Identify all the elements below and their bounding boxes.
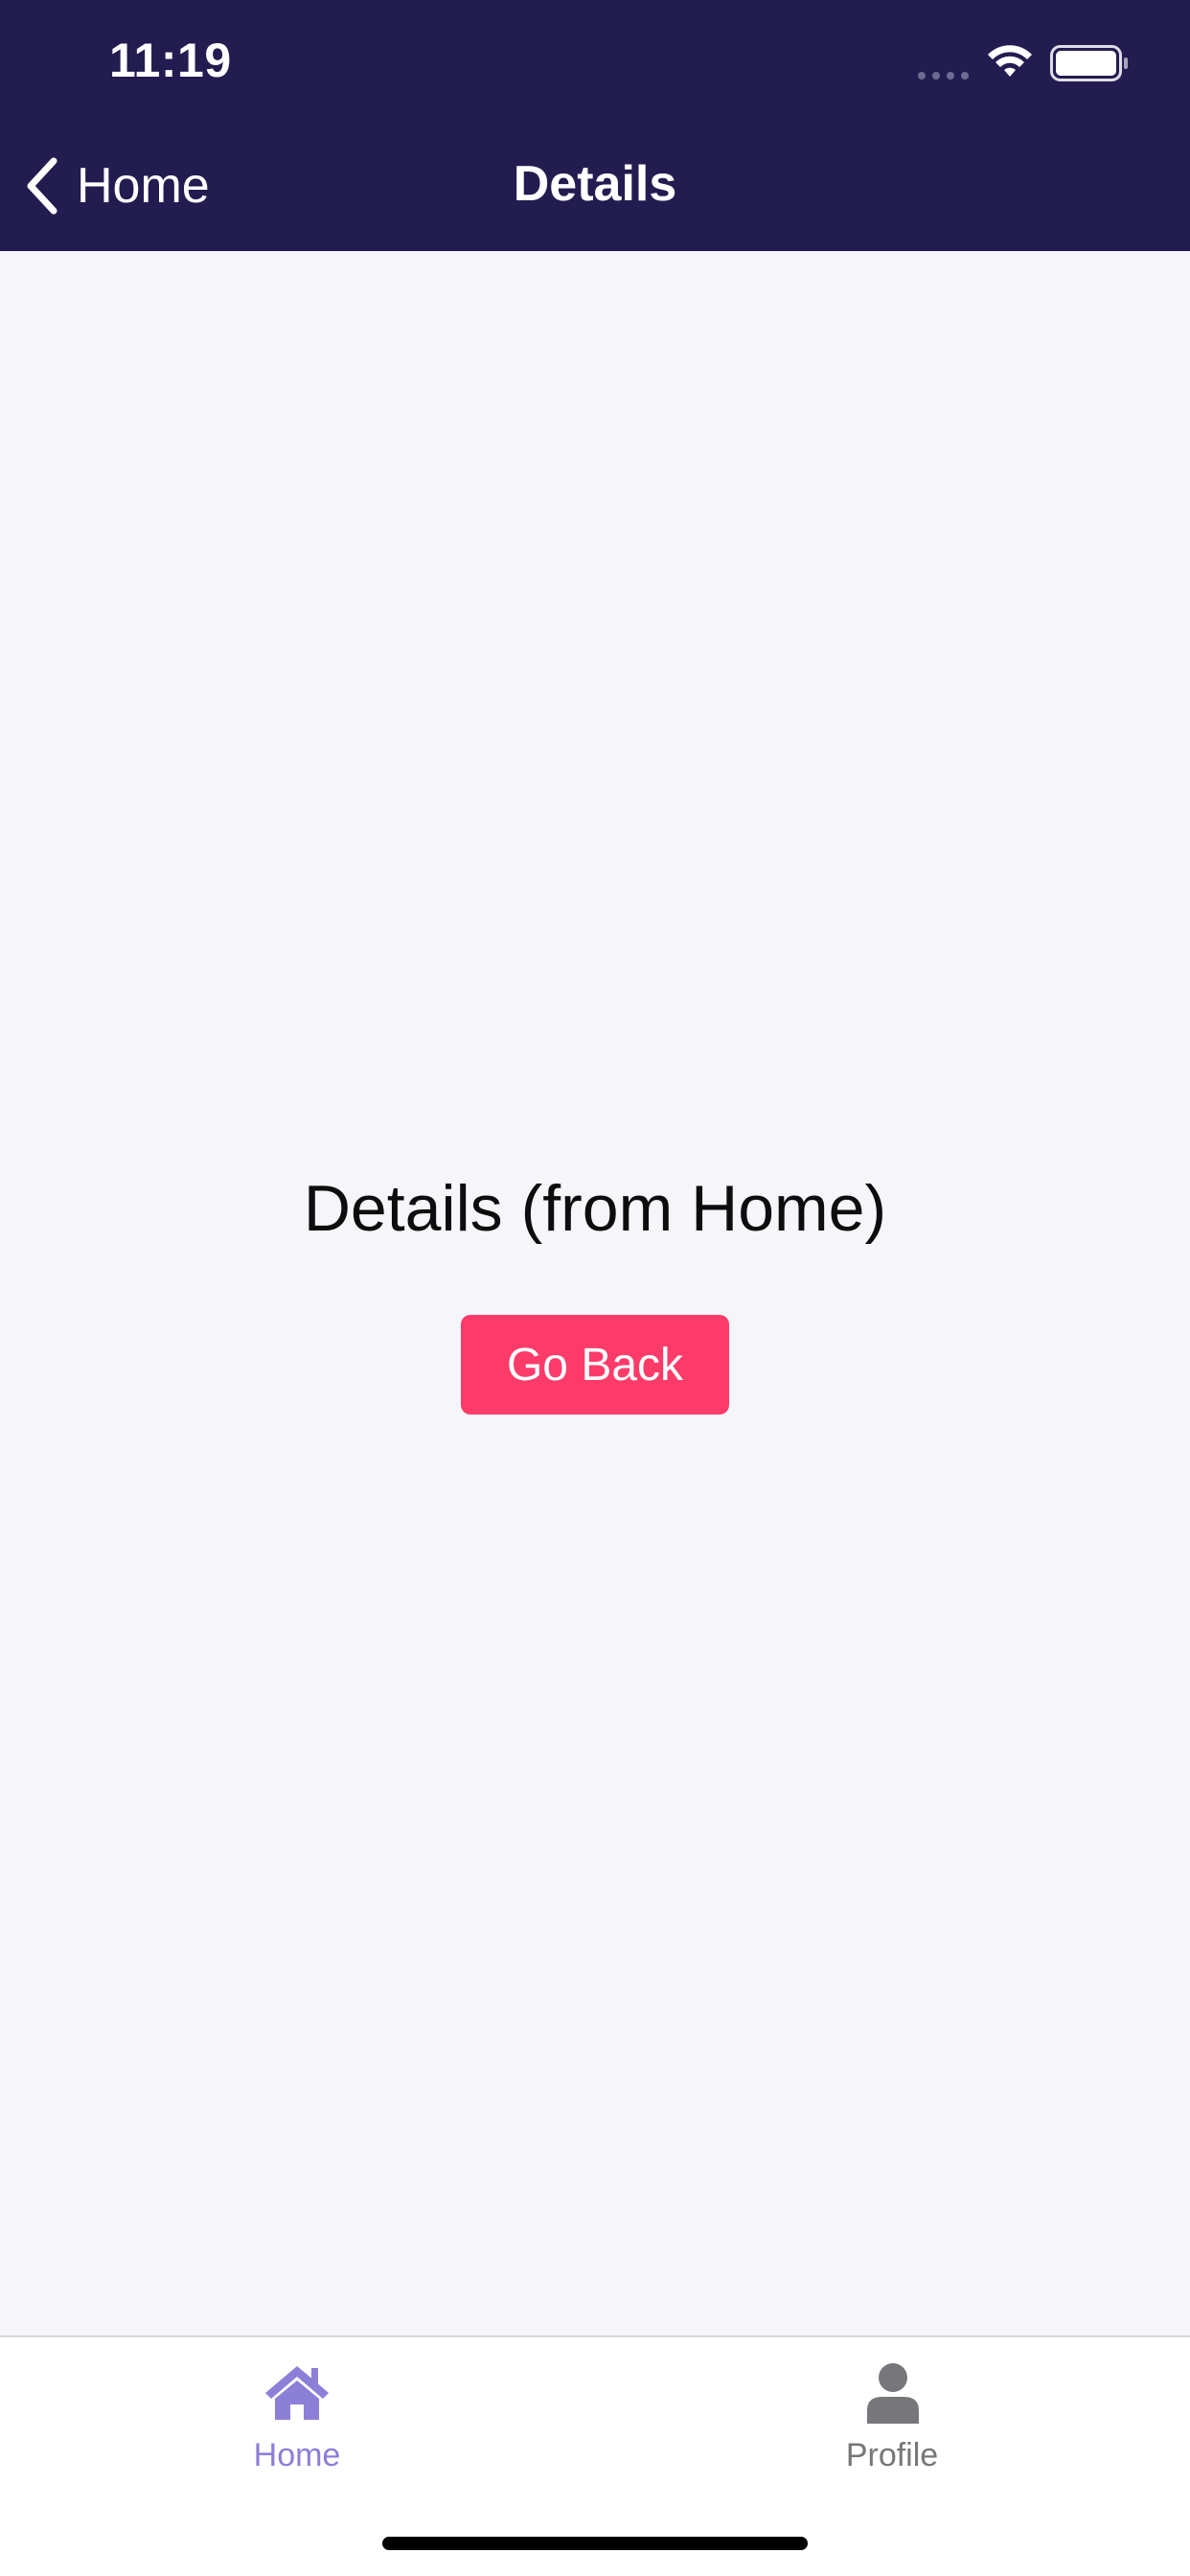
tab-profile[interactable]: Profile [595, 2337, 1190, 2500]
tab-home[interactable]: Home [0, 2337, 595, 2500]
tab-home-label: Home [253, 2437, 341, 2473]
tab-profile-label: Profile [845, 2437, 939, 2473]
cellular-signal-icon [918, 72, 969, 80]
go-back-button[interactable]: Go Back [461, 1315, 729, 1414]
wifi-icon [988, 45, 1032, 77]
header: 11:19 Home Details [0, 0, 1190, 251]
person-icon [867, 2363, 919, 2424]
status-time: 11:19 [109, 34, 232, 87]
page-title: Details [513, 156, 677, 212]
home-indicator [382, 2537, 808, 2550]
battery-icon [1050, 45, 1128, 81]
screen: 11:19 Home Details Details (from Home) G… [0, 0, 1190, 2576]
home-icon [265, 2366, 329, 2420]
content-heading: Details (from Home) [303, 1172, 887, 1245]
